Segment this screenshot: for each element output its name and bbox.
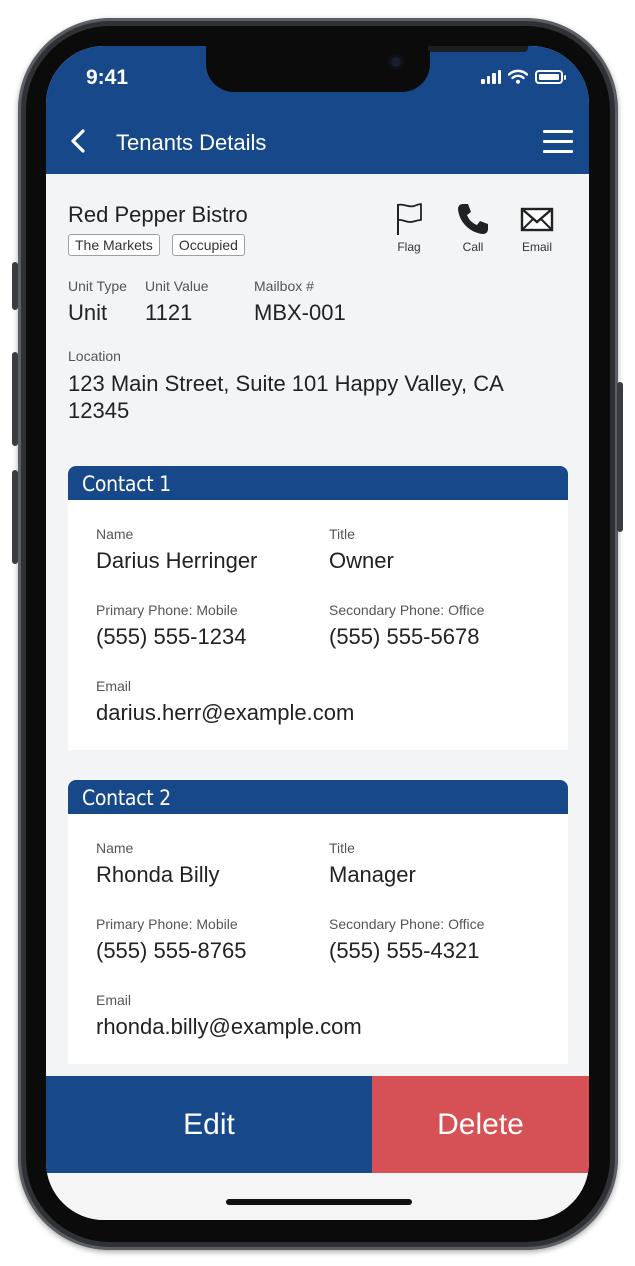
location-value: 123 Main Street, Suite 101 Happy Valley,… [68, 371, 503, 423]
earpiece-speaker [428, 46, 528, 52]
hamburger-menu-icon[interactable] [543, 130, 573, 154]
contact-title: Owner [329, 548, 394, 573]
action-footer: Edit Delete [46, 1076, 589, 1173]
flag-label: Flag [397, 240, 421, 254]
flag-button[interactable]: Flag [391, 202, 427, 254]
delete-button[interactable]: Delete [372, 1076, 589, 1173]
contact-title: Manager [329, 862, 416, 887]
contact-title-label: Title [329, 526, 355, 542]
contact-card-heading: Contact 1 [68, 466, 568, 500]
back-chevron-icon[interactable] [66, 126, 90, 156]
mailbox-label: Mailbox # [254, 278, 314, 294]
battery-icon [535, 70, 566, 84]
secondary-phone[interactable]: (555) 555-5678 [329, 624, 479, 650]
contact-card-body: Name Darius Herringer Title Owner Primar… [68, 500, 568, 750]
device-notch [206, 46, 528, 92]
edit-button[interactable]: Edit [46, 1076, 372, 1173]
contact-name: Darius Herringer [96, 548, 258, 573]
contact-card-heading: Contact 2 [68, 780, 568, 814]
unit-type-value: Unit [68, 300, 108, 325]
mailbox-value: MBX-001 [254, 300, 346, 325]
wifi-icon [508, 69, 528, 84]
primary-phone-label: Primary Phone: Mobile [96, 602, 238, 618]
contact-name: Rhonda Billy [96, 862, 220, 887]
contact-name-label: Name [96, 526, 134, 542]
app-screen: 9:41 Tenants Details Red Pepper Bistro T… [46, 46, 589, 1220]
home-bar-area [46, 1173, 589, 1220]
email-label: Email [521, 240, 552, 254]
home-indicator[interactable] [226, 1199, 412, 1205]
signal-icon [481, 68, 501, 84]
envelope-icon [520, 207, 554, 232]
front-camera [388, 54, 404, 70]
status-time: 9:41 [86, 66, 129, 89]
contact-email[interactable]: darius.herr@example.com [96, 700, 354, 726]
side-button-volume-down [12, 470, 18, 564]
status-icons [481, 68, 566, 84]
contact-email-label: Email [96, 992, 132, 1008]
primary-phone-label: Primary Phone: Mobile [96, 916, 238, 932]
unit-type-label: Unit Type [68, 278, 127, 294]
tenant-name: Red Pepper Bistro [68, 202, 248, 227]
call-label: Call [462, 240, 484, 254]
contact-name-label: Name [96, 840, 134, 856]
side-button-volume-up [12, 352, 18, 446]
phone-icon [458, 204, 488, 234]
tag-property: The Markets [68, 234, 160, 256]
contact-email[interactable]: rhonda.billy@example.com [96, 1014, 362, 1040]
side-button-silent [12, 262, 18, 310]
contact-title-label: Title [329, 840, 355, 856]
secondary-phone[interactable]: (555) 555-4321 [329, 938, 479, 964]
unit-value-value: 1121 [145, 300, 193, 325]
primary-phone[interactable]: (555) 555-8765 [96, 938, 246, 964]
email-button[interactable]: Email [519, 202, 555, 254]
contact-card-2: Contact 2 Name Rhonda Billy Title Manage… [68, 780, 568, 1064]
secondary-phone-label: Secondary Phone: Office [329, 602, 485, 618]
tenant-tags: The Markets Occupied [68, 234, 245, 256]
primary-phone[interactable]: (555) 555-1234 [96, 624, 246, 650]
page-title: Tenants Details [116, 130, 267, 155]
contact-card-1: Contact 1 Name Darius Herringer Title Ow… [68, 466, 568, 750]
unit-value-label: Unit Value [145, 278, 209, 294]
tag-status: Occupied [171, 234, 245, 256]
contact-card-body: Name Rhonda Billy Title Manager Primary … [68, 814, 568, 1064]
tenant-actions: Flag Call Email [391, 202, 555, 254]
contact-email-label: Email [96, 678, 132, 694]
call-button[interactable]: Call [455, 202, 491, 254]
secondary-phone-label: Secondary Phone: Office [329, 916, 485, 932]
location-label: Location [68, 348, 121, 364]
flag-icon [397, 203, 422, 235]
side-button-power [617, 382, 623, 532]
